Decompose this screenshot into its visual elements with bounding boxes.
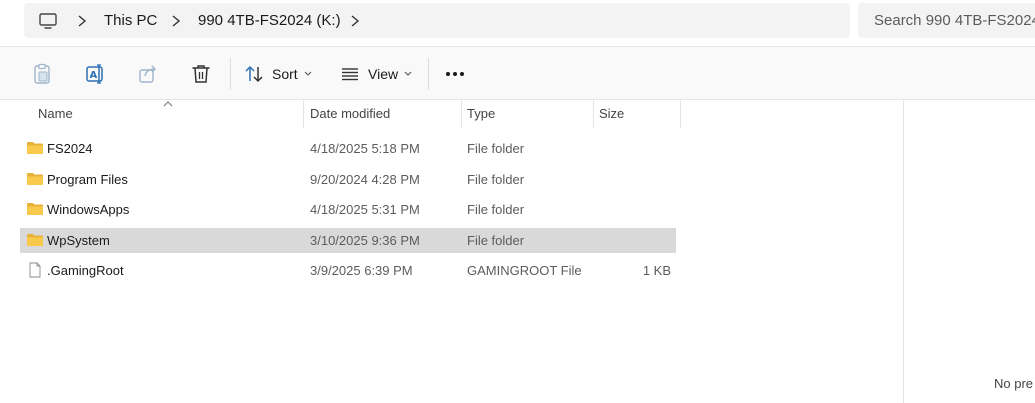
file-row[interactable]: WindowsApps 4/18/2025 5:31 PM File folder [20, 197, 676, 222]
file-date-modified: 4/18/2025 5:18 PM [310, 141, 420, 156]
preview-message: No pre [994, 376, 1034, 391]
view-button[interactable]: View [340, 56, 416, 92]
rename-button[interactable]: A [81, 56, 109, 92]
chevron-down-icon [404, 71, 412, 76]
preview-pane: No pre [903, 100, 1035, 403]
file-name: WindowsApps [47, 202, 130, 217]
share-icon [139, 65, 156, 83]
file-name: WpSystem [47, 232, 110, 248]
chevron-down-icon [304, 71, 312, 76]
file-type: File folder [467, 232, 525, 248]
file-size [600, 228, 671, 253]
clipboard-icon [34, 63, 50, 84]
see-more-button[interactable] [440, 56, 470, 92]
paste-button[interactable] [28, 56, 56, 92]
file-name: .GamingRoot [47, 263, 124, 278]
delete-button[interactable] [187, 56, 215, 92]
sort-label: Sort [272, 66, 298, 82]
column-divider[interactable] [303, 100, 304, 128]
file-type: File folder [467, 202, 525, 217]
more-icon [446, 72, 464, 76]
folder-icon [27, 142, 43, 154]
file-row[interactable]: FS2024 4/18/2025 5:18 PM File folder [20, 136, 676, 161]
search-input[interactable]: Search 990 4TB-FS2024 [858, 3, 1035, 38]
file-type: GAMINGROOT File [467, 263, 582, 278]
column-header-size[interactable]: Size [599, 100, 624, 128]
command-bar: A Sort View [0, 46, 1035, 100]
file-row[interactable]: Program Files 9/20/2024 4:28 PM File folde… [20, 167, 676, 192]
sort-icon [245, 65, 263, 83]
view-icon [342, 68, 358, 81]
address-row: This PC 990 4TB-FS2024 (K:) Search 990 4… [0, 0, 1035, 46]
command-separator [230, 58, 231, 90]
search-placeholder: Search 990 4TB-FS2024 [874, 12, 1035, 29]
file-list: Name Date modified Type Size FS2024 4/18/… [0, 100, 903, 403]
trash-icon [192, 65, 210, 83]
file-size: 1 KB [642, 263, 671, 278]
file-row[interactable]: WpSystem 3/10/2025 9:36 PM File folder [20, 227, 676, 253]
file-size [600, 197, 671, 222]
file-name: FS2024 [47, 141, 93, 156]
breadcrumb-drive[interactable]: 990 4TB-FS2024 (K:) [198, 3, 341, 38]
chevron-right-icon[interactable] [170, 14, 182, 28]
breadcrumb-this-pc[interactable]: This PC [104, 3, 157, 38]
command-separator [428, 58, 429, 90]
folder-icon [27, 233, 43, 246]
breadcrumb[interactable]: This PC 990 4TB-FS2024 (K:) [24, 3, 850, 38]
file-size [600, 167, 671, 192]
column-divider[interactable] [593, 100, 594, 128]
share-button[interactable] [134, 56, 162, 92]
sort-ascending-icon [163, 101, 173, 107]
file-icon [29, 262, 41, 278]
file-date-modified: 4/18/2025 5:31 PM [310, 202, 420, 217]
file-size [600, 136, 671, 161]
rename-icon: A [86, 64, 103, 84]
computer-icon[interactable] [38, 11, 58, 31]
view-label: View [368, 66, 399, 82]
file-name: Program Files [47, 171, 128, 187]
column-divider[interactable] [680, 100, 681, 128]
file-date-modified: 3/9/2025 6:39 PM [310, 263, 413, 278]
column-header-date[interactable]: Date modified [310, 100, 390, 128]
file-type: File folder [467, 141, 525, 156]
chevron-right-icon[interactable] [349, 14, 361, 28]
column-header-name[interactable]: Name [38, 100, 73, 128]
column-header-type[interactable]: Type [467, 100, 495, 128]
file-date-modified: 3/10/2025 9:36 PM [310, 232, 420, 248]
column-divider[interactable] [461, 100, 462, 128]
folder-icon [27, 172, 43, 185]
file-type: File folder [467, 171, 525, 187]
folder-icon [27, 203, 43, 215]
file-row[interactable]: .GamingRoot 3/9/2025 6:39 PM GAMINGROOT Fi… [20, 258, 676, 283]
file-date-modified: 9/20/2024 4:28 PM [310, 171, 420, 187]
sort-button[interactable]: Sort [244, 56, 316, 92]
svg-text:A: A [90, 70, 98, 81]
chevron-right-icon[interactable] [76, 14, 88, 28]
